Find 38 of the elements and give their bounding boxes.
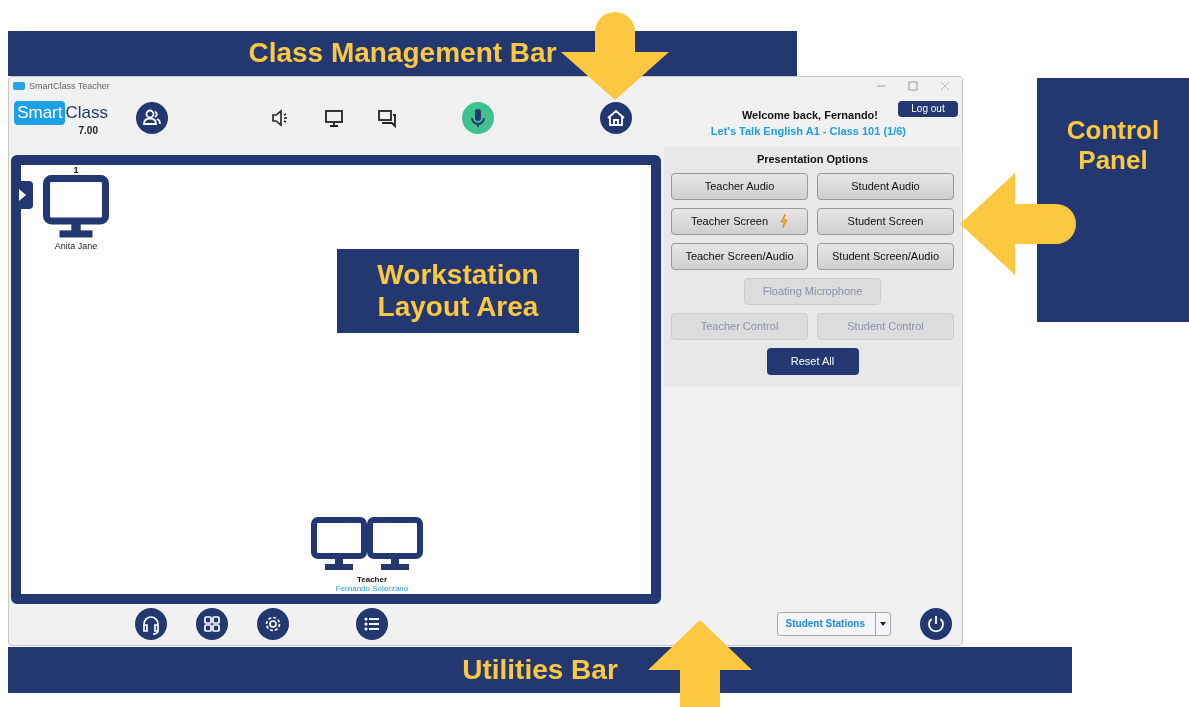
home-icon[interactable] [600,102,632,135]
people-icon[interactable] [136,102,168,135]
window-title: SmartClass Teacher [29,80,110,91]
callout-label: Workstation Layout Area [337,249,579,333]
class-name: Let's Talk English A1 - Class 101 (1/6) [710,125,906,138]
logo-text: Class [65,102,108,123]
callout-label: Utilities Bar [8,647,1072,693]
option-button[interactable]: Student Screen [817,207,954,235]
teacher-label: Teacher [356,574,388,584]
option-button[interactable]: Teacher Screen/Audio [671,242,808,270]
list-icon[interactable] [356,608,388,641]
option-button[interactable]: Student Screen/Audio [817,242,954,270]
logout-button[interactable]: Log out [898,100,958,117]
welcome-text: Welcome back, Fernando! [741,109,878,122]
headset-icon[interactable] [135,608,167,641]
monitor-icon [311,516,367,573]
chat-icon[interactable] [376,107,398,130]
power-icon[interactable] [920,608,952,641]
settings-icon[interactable] [257,608,289,641]
station-dropdown[interactable]: Student Stations [776,612,891,637]
app-icon [13,81,25,90]
callout-label: Control Panel [1037,78,1189,322]
version-label: 7.00 [78,124,98,136]
station-number: 1 [73,164,79,175]
lightning-icon [780,214,788,229]
callout-label: Class Management Bar [8,31,797,76]
option-button[interactable]: Student Audio [817,172,954,200]
monitor-icon [367,516,423,573]
panel-title: Presentation Options [756,152,869,165]
logo-badge: Smart [14,100,66,125]
monitor-icon[interactable] [323,107,345,130]
option-button[interactable]: Teacher Screen [671,207,808,235]
reset-button[interactable]: Reset All [766,347,859,375]
teacher-name: Fernando Solorzano [335,583,409,593]
microphone-icon[interactable] [462,102,494,135]
option-button[interactable]: Teacher Audio [671,172,808,200]
grid-icon[interactable] [196,608,228,641]
student-name: Anita Jane [54,240,98,251]
